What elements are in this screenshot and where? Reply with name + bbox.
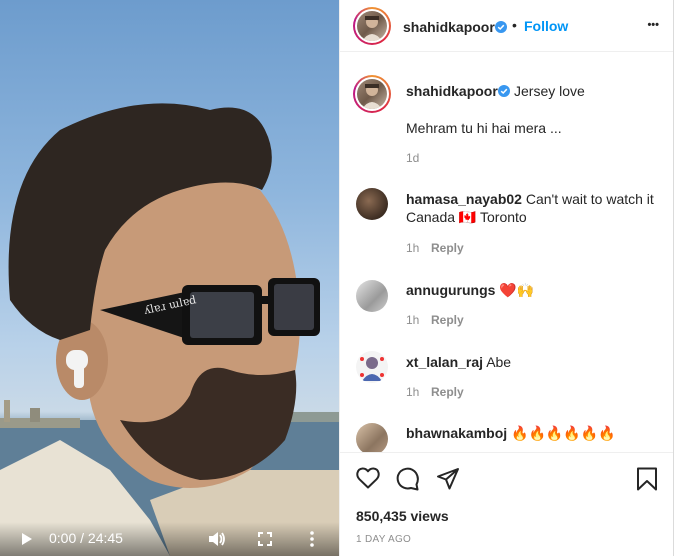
comment-icon[interactable] [396, 467, 420, 496]
story-ring[interactable] [353, 7, 391, 45]
comment-body: Can't wait to watch it [525, 191, 654, 207]
follow-button[interactable]: Follow [524, 18, 568, 34]
comment-avatar[interactable] [356, 188, 388, 220]
comment-username[interactable]: bhawnakamboj [406, 425, 507, 441]
caption-verified-icon [498, 84, 510, 97]
video-controls: 0:00 / 24:45 [0, 522, 339, 556]
comment-body: ❤️🙌 [499, 282, 535, 298]
comment-avatar[interactable] [356, 351, 388, 383]
share-icon[interactable] [436, 467, 460, 496]
reply-button[interactable]: Reply [431, 385, 464, 399]
comment-body: 🔥🔥🔥🔥🔥🔥 [511, 425, 616, 441]
verified-icon [495, 20, 507, 33]
comment-body: Abe [486, 354, 512, 370]
post-panel: shahidkapoor • Follow ••• shahidkapoor J… [339, 0, 674, 556]
caption-username[interactable]: shahidkapoor [406, 83, 498, 99]
more-options-icon[interactable]: ••• [647, 16, 659, 34]
reply-button[interactable]: Reply [431, 241, 464, 255]
caption-avatar-ring[interactable] [353, 75, 391, 113]
separator-dot: • [512, 17, 517, 33]
comment-age[interactable]: 1h [406, 385, 419, 399]
caption-title: Jersey love [514, 83, 585, 99]
comment-text: xt_lalan_raj Abe [406, 353, 661, 371]
reply-button[interactable]: Reply [431, 313, 464, 327]
post-header: shahidkapoor • Follow ••• [340, 0, 673, 52]
post-timestamp[interactable]: 1 DAY AGO [356, 534, 411, 545]
comment-username[interactable]: xt_lalan_raj [406, 354, 483, 370]
comment-username[interactable]: hamasa_nayab02 [406, 191, 522, 207]
play-icon[interactable] [20, 532, 34, 546]
caption-avatar [357, 79, 387, 109]
caption-text: Mehram tu hi hai mera ... [406, 120, 562, 136]
volume-icon[interactable] [208, 531, 226, 547]
bookmark-icon[interactable] [636, 467, 658, 496]
video-more-icon[interactable] [308, 531, 316, 547]
video-time: 0:00 / 24:45 [49, 530, 123, 546]
header-username[interactable]: shahidkapoor [403, 19, 495, 35]
video-frame: ʎlɐɹ ɯlɐd [0, 103, 339, 556]
fullscreen-icon[interactable] [258, 532, 272, 546]
video-player[interactable]: ʎlɐɹ ɯlɐd 0:00 / 24:45 [0, 0, 339, 556]
comment-avatar[interactable] [356, 280, 388, 312]
heart-icon[interactable] [356, 467, 380, 494]
comment-text: bhawnakamboj 🔥🔥🔥🔥🔥🔥 [406, 424, 661, 442]
comment-body-line2: Canada 🇨🇦 Toronto [406, 209, 527, 225]
view-count[interactable]: 850,435 views [356, 508, 449, 524]
comment-text: hamasa_nayab02 Can't wait to watch it Ca… [406, 190, 661, 226]
comment-avatar[interactable] [356, 423, 388, 455]
comment-text: annugurungs ❤️🙌 [406, 281, 661, 299]
comment-age[interactable]: 1h [406, 313, 419, 327]
avatar [357, 11, 387, 41]
comment-username[interactable]: annugurungs [406, 282, 495, 298]
comment-age[interactable]: 1h [406, 241, 419, 255]
caption-age[interactable]: 1d [406, 151, 419, 165]
